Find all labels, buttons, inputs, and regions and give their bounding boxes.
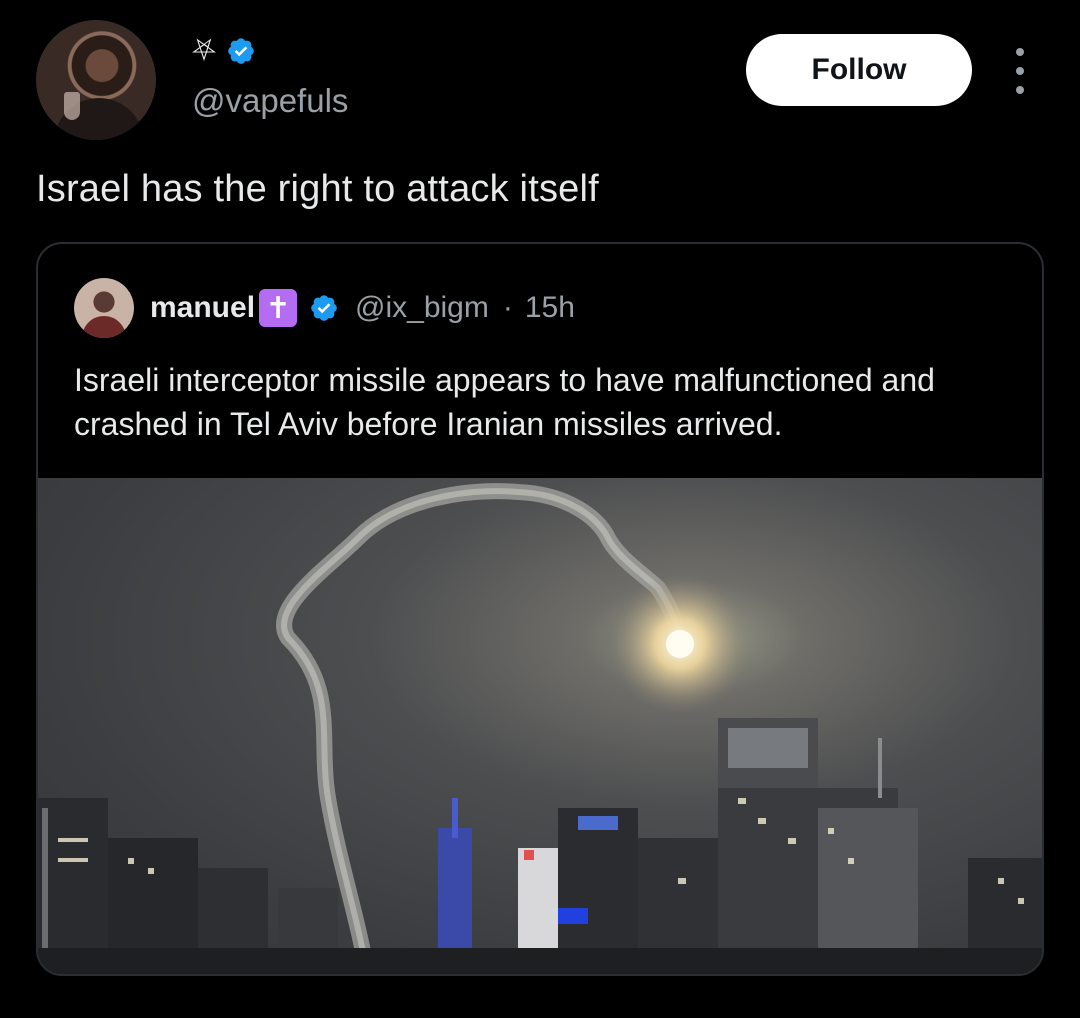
quoted-media-image[interactable]: [38, 478, 1042, 974]
quoted-author-handle[interactable]: @ix_bigm: [355, 291, 489, 325]
night-city-missile-photo: [38, 483, 1042, 974]
tweet-text: Israel has the right to attack itself: [36, 168, 599, 210]
more-options-icon[interactable]: [1006, 48, 1034, 94]
tweet-header: ⛧ @vapefuls Follow: [0, 0, 1080, 160]
avatar-glass: [64, 92, 80, 120]
quoted-author-avatar[interactable]: [74, 278, 134, 338]
quoted-timestamp[interactable]: 15h: [525, 291, 575, 325]
quoted-header: manuel ✝ @ix_bigm · 15h: [74, 278, 575, 338]
verified-badge-icon: [311, 295, 337, 321]
quoted-tweet-text: Israeli interceptor missile appears to h…: [74, 362, 935, 442]
author-avatar[interactable]: [36, 20, 156, 140]
more-dot: [1016, 48, 1024, 56]
more-dot: [1016, 67, 1024, 75]
author-handle[interactable]: @vapefuls: [192, 82, 348, 120]
latin-cross-emoji: ✝: [259, 289, 298, 327]
author-name-row[interactable]: ⛧: [192, 36, 256, 66]
verified-badge-icon: [228, 38, 254, 64]
author-display-name: ⛧: [192, 33, 216, 68]
quoted-author-name[interactable]: manuel: [150, 291, 255, 325]
quoted-tweet-card[interactable]: manuel ✝ @ix_bigm · 15h Israeli intercep…: [36, 242, 1044, 976]
follow-button[interactable]: Follow: [746, 34, 972, 106]
quoted-separator: ·: [502, 291, 513, 324]
more-dot: [1016, 86, 1024, 94]
